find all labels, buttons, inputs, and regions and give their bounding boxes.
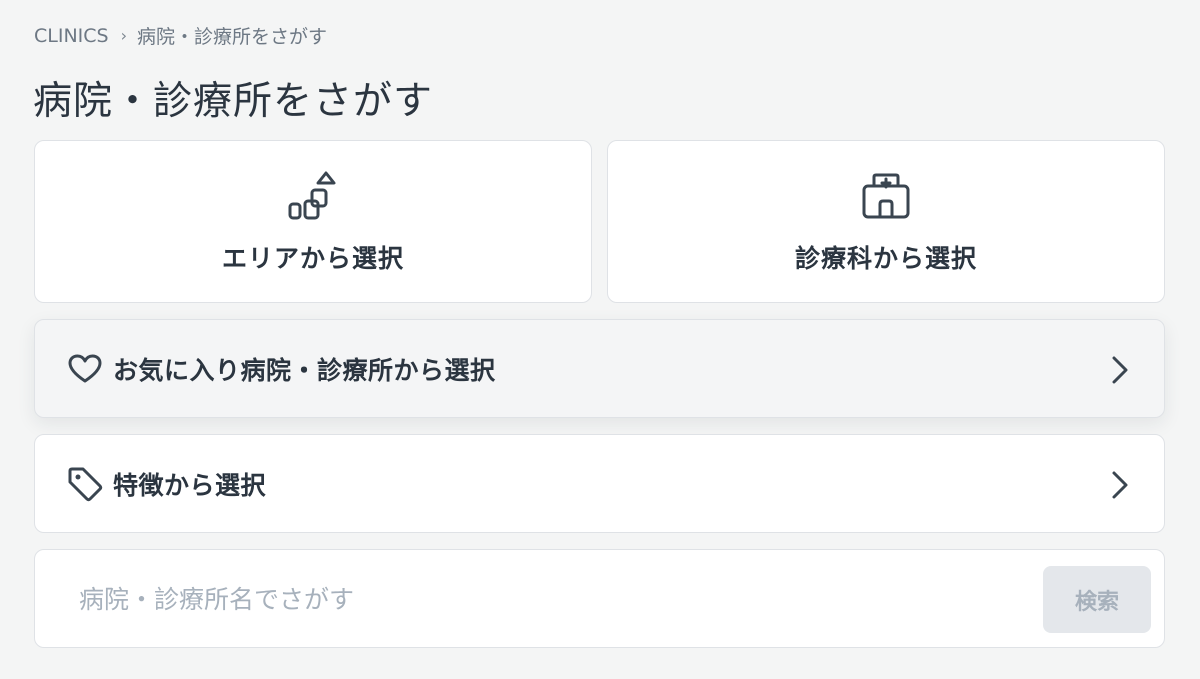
clinic-name-search-input[interactable] — [79, 574, 1019, 624]
breadcrumb: CLINICS › 病院・診療所をさがす — [34, 22, 327, 49]
breadcrumb-root-link[interactable]: CLINICS — [34, 25, 109, 47]
hospital-icon — [860, 170, 912, 222]
feature-label: 特徴から選択 — [113, 470, 267, 500]
heart-icon — [67, 351, 103, 387]
chevron-right-icon — [1112, 356, 1128, 384]
page-title: 病院・診療所をさがす — [33, 79, 434, 124]
search-button[interactable]: 検索 — [1043, 566, 1151, 633]
select-by-department-label: 診療科から選択 — [794, 244, 977, 273]
breadcrumb-current: 病院・診療所をさがす — [137, 26, 328, 48]
select-by-feature-button[interactable]: 特徴から選択 — [34, 434, 1165, 533]
select-by-area-button[interactable]: エリアから選択 — [34, 140, 592, 303]
breadcrumb-separator-icon: › — [120, 26, 128, 45]
area-map-icon — [285, 170, 341, 222]
chevron-right-icon — [1112, 471, 1128, 499]
select-by-department-button[interactable]: 診療科から選択 — [607, 140, 1165, 303]
tag-icon — [67, 466, 103, 502]
select-from-favorites-button[interactable]: お気に入り病院・診療所から選択 — [34, 319, 1165, 418]
favorites-label: お気に入り病院・診療所から選択 — [113, 355, 496, 385]
select-by-area-label: エリアから選択 — [221, 244, 404, 273]
clinic-name-search-box: 検索 — [34, 549, 1165, 648]
